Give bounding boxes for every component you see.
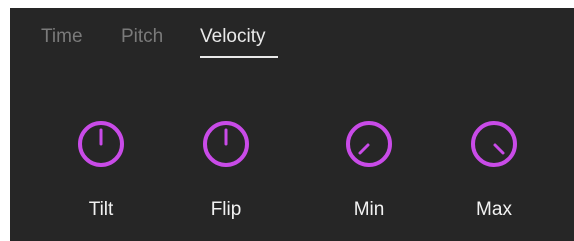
tab-active-indicator (200, 56, 278, 58)
tab-time[interactable]: Time (41, 26, 83, 48)
knob-dial[interactable] (75, 118, 127, 170)
knob-pointer (493, 143, 505, 155)
knob-label-min: Min (353, 199, 385, 220)
knob-label-tilt: Tilt (88, 199, 114, 220)
knob-flip[interactable] (193, 118, 259, 170)
knob-dial[interactable] (468, 118, 520, 170)
knob-pointer (358, 143, 370, 155)
knob-max[interactable] (461, 118, 527, 170)
tab-pitch[interactable]: Pitch (121, 26, 163, 48)
knob-min[interactable] (336, 118, 402, 170)
knob-tilt[interactable] (68, 118, 134, 170)
knob-label-flip: Flip (210, 199, 242, 220)
knob-dial[interactable] (343, 118, 395, 170)
tab-velocity[interactable]: Velocity (200, 26, 265, 48)
knob-label-max: Max (476, 199, 512, 220)
knob-dial[interactable] (200, 118, 252, 170)
